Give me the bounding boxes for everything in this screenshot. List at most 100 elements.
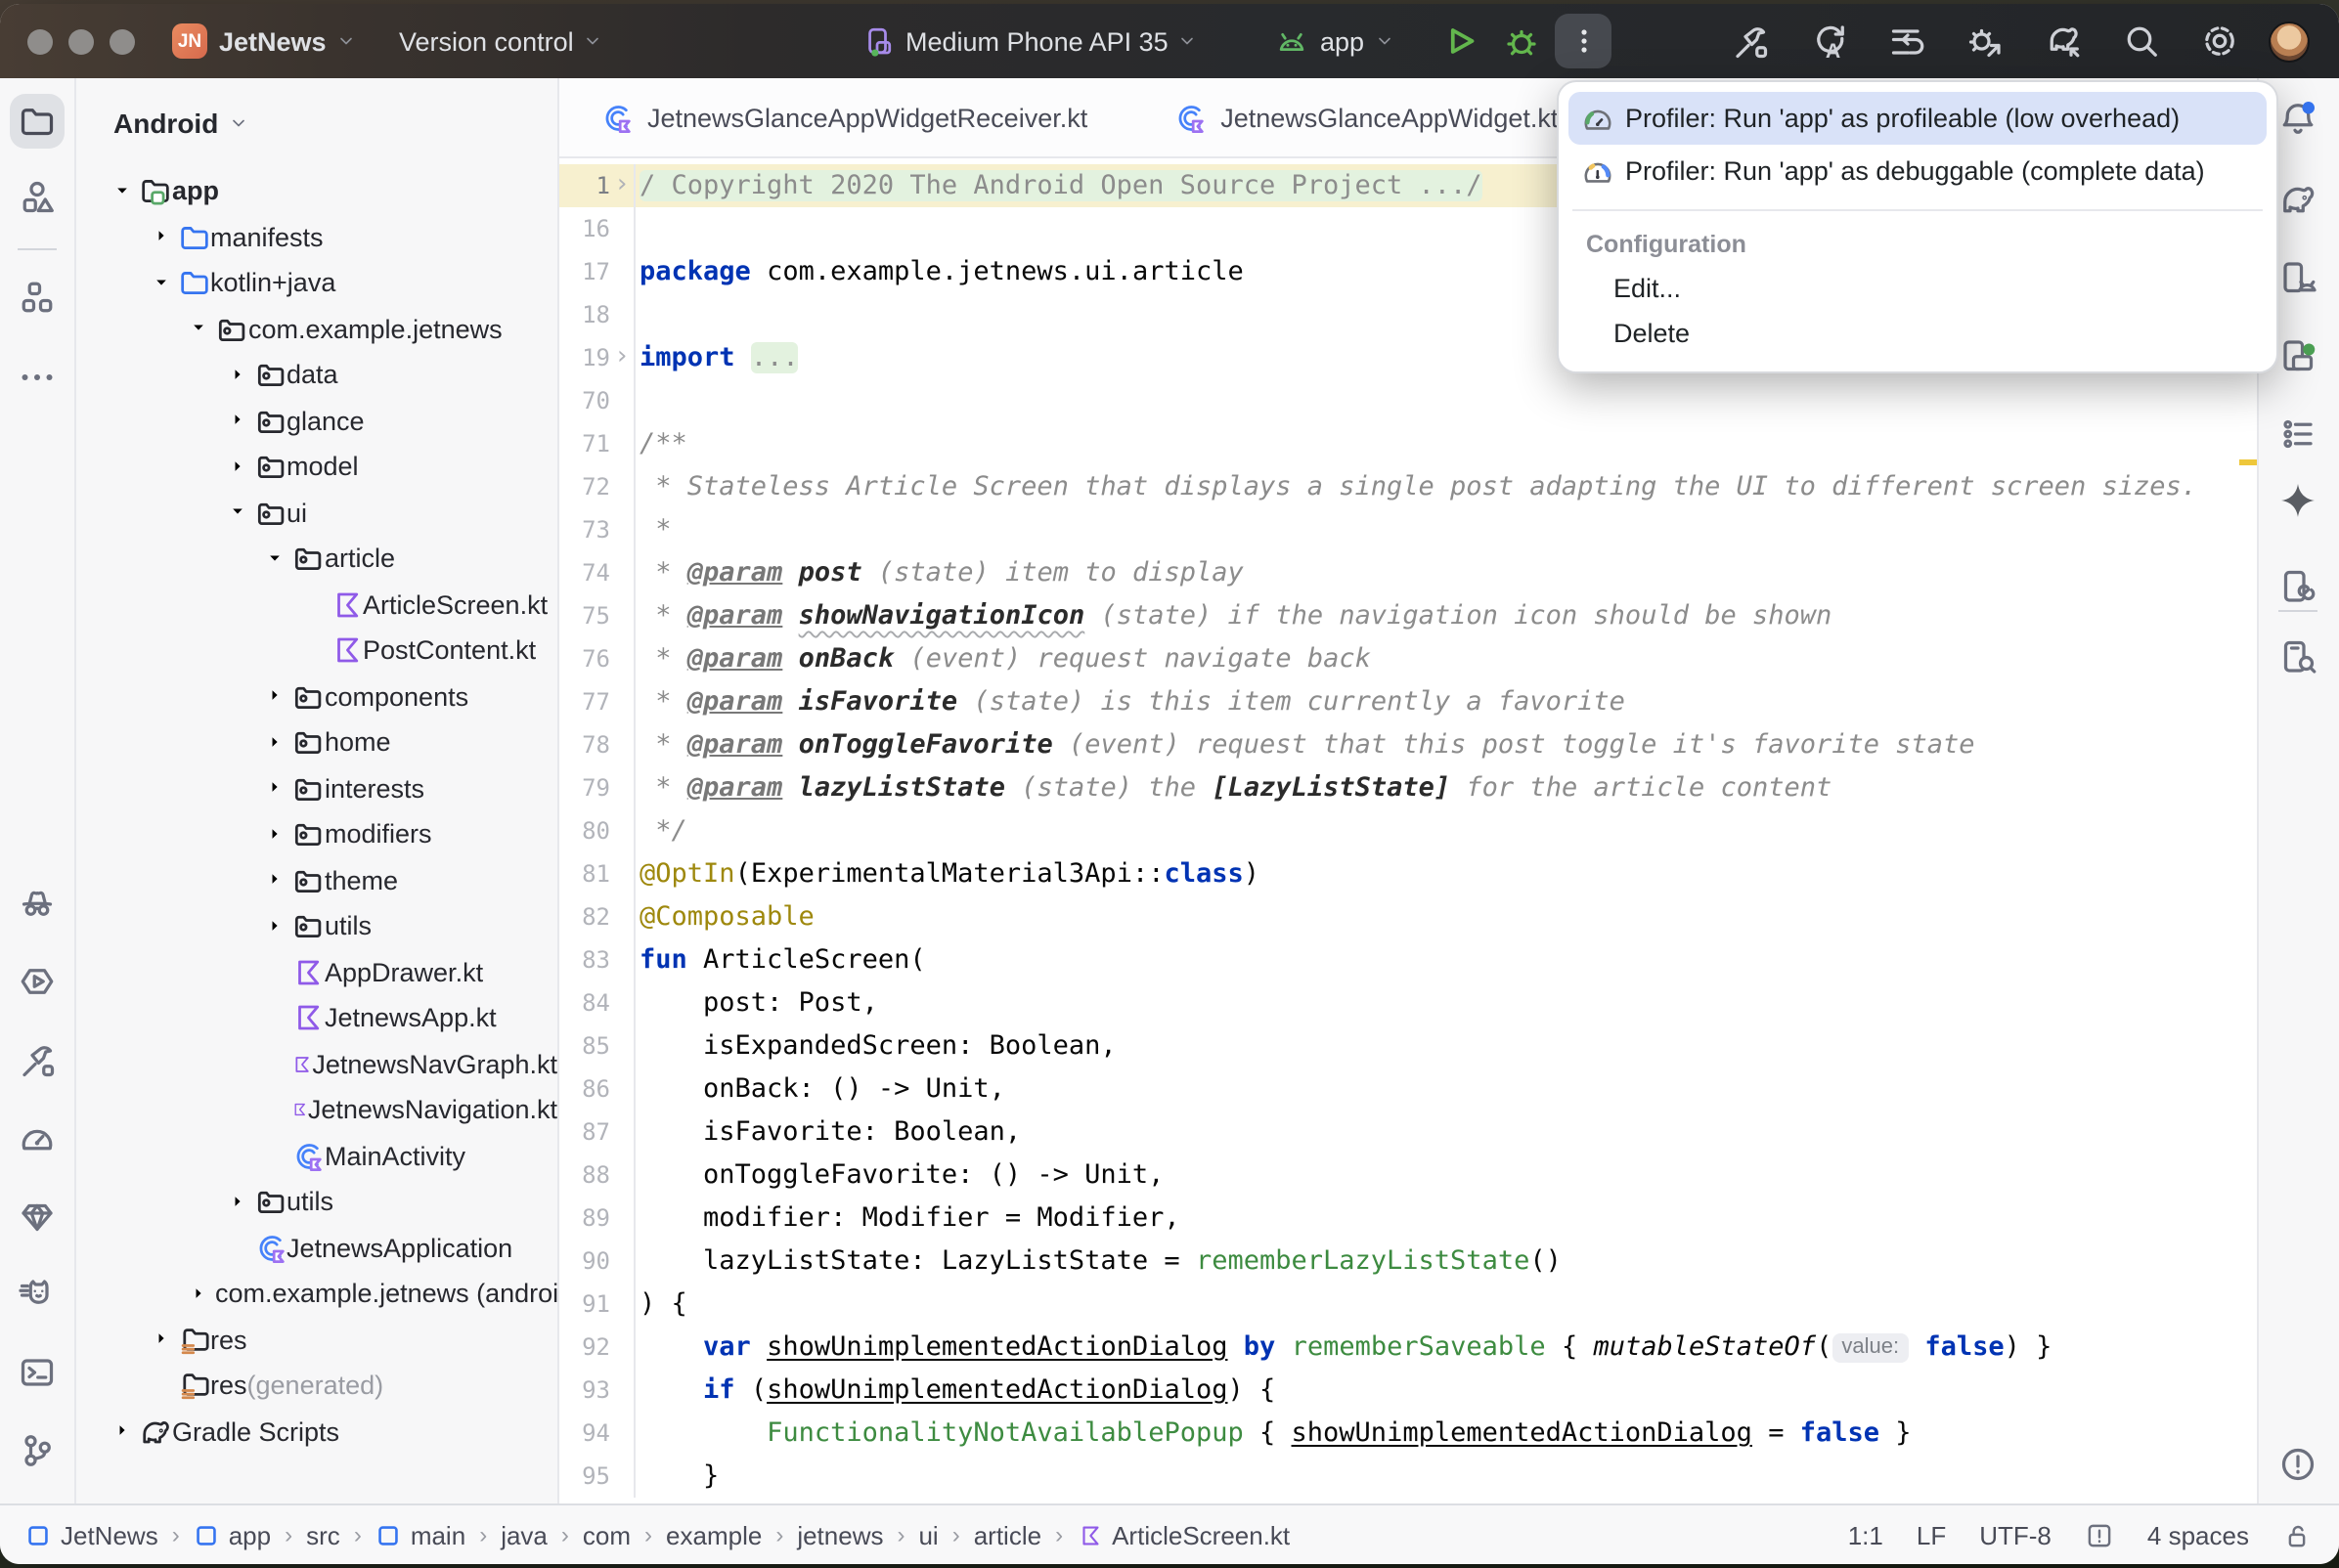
breadcrumb-item-example[interactable]: example <box>666 1520 762 1549</box>
search-button[interactable] <box>2122 22 2161 61</box>
chevron-right-icon[interactable] <box>264 731 291 755</box>
close-window-button[interactable] <box>27 28 53 54</box>
more-run-actions-button[interactable] <box>1555 14 1611 68</box>
code-line-79[interactable]: 79 * @param lazyListState (state) the [L… <box>559 766 2237 809</box>
sidebar-item-gemini[interactable] <box>2278 481 2317 520</box>
code-line-90[interactable]: 90 lazyListState: LazyListState = rememb… <box>559 1240 2237 1283</box>
tree-item-jetnewsnavgraph-kt[interactable]: JetnewsNavGraph.kt <box>76 1041 557 1087</box>
run-configuration-selector[interactable]: app <box>1275 4 1393 78</box>
build-button[interactable] <box>1731 22 1770 61</box>
sidebar-item-structure-list[interactable] <box>2278 414 2317 454</box>
sidebar-item-build[interactable] <box>18 1040 57 1079</box>
tree-item-components[interactable]: components <box>76 674 557 719</box>
chevron-right-icon[interactable] <box>264 777 291 801</box>
popup-action-delete[interactable]: Delete <box>1568 311 2267 356</box>
code-line-72[interactable]: 72 * Stateless Article Screen that displ… <box>559 465 2237 508</box>
code-line-82[interactable]: 82@Composable <box>559 895 2237 938</box>
tree-item-home[interactable]: home <box>76 719 557 765</box>
chevron-down-icon[interactable] <box>150 272 177 295</box>
chevron-right-icon[interactable] <box>264 685 291 709</box>
editor-tab-2[interactable]: JetnewsGlanceAppWidget.kt <box>1173 101 1558 134</box>
code-line-76[interactable]: 76 * @param onBack (event) request navig… <box>559 637 2237 680</box>
code-line-94[interactable]: 94 FunctionalityNotAvailablePopup { show… <box>559 1412 2237 1455</box>
line-ending-selector[interactable]: LF <box>1917 1520 1946 1549</box>
tree-item-utils[interactable]: utils <box>76 903 557 949</box>
breadcrumb-item-jetnews[interactable]: jetnews <box>797 1520 883 1549</box>
sidebar-item-running-devices[interactable] <box>18 962 57 1001</box>
tree-item-utils[interactable]: utils <box>76 1179 557 1225</box>
caret-position[interactable]: 1:1 <box>1848 1520 1883 1549</box>
breadcrumb-item-article[interactable]: article <box>974 1520 1041 1549</box>
tree-item-mainactivity[interactable]: MainActivity <box>76 1133 557 1179</box>
settings-button[interactable] <box>2200 22 2239 61</box>
chevron-right-icon[interactable] <box>188 1283 215 1306</box>
code-line-78[interactable]: 78 * @param onToggleFavorite (event) req… <box>559 723 2237 766</box>
breadcrumb-item-articlescreen-kt[interactable]: ArticleScreen.kt <box>1077 1520 1290 1549</box>
restart-activity-button[interactable] <box>1887 22 1926 61</box>
breadcrumb-item-com[interactable]: com <box>583 1520 631 1549</box>
fold-arrow-icon[interactable]: › <box>610 336 636 379</box>
code-line-80[interactable]: 80 */ <box>559 809 2237 852</box>
sidebar-item-app-inspection[interactable] <box>18 1197 57 1236</box>
chevron-down-icon[interactable] <box>188 318 215 341</box>
lock-open-icon[interactable] <box>2282 1520 2312 1549</box>
breadcrumb-item-jetnews[interactable]: JetNews <box>25 1520 158 1549</box>
sidebar-item-more-tool-windows[interactable] <box>18 358 57 397</box>
tree-item-model[interactable]: model <box>76 444 557 490</box>
chevron-right-icon[interactable] <box>226 364 253 387</box>
sidebar-item-device-explorer[interactable] <box>2278 567 2317 606</box>
code-line-95[interactable]: 95 } <box>559 1455 2237 1498</box>
indent-selector[interactable]: 4 spaces <box>2147 1520 2249 1549</box>
code-line-75[interactable]: 75 * @param showNavigationIcon (state) i… <box>559 594 2237 637</box>
tree-item-theme[interactable]: theme <box>76 857 557 903</box>
sidebar-item-app-quality-insights[interactable] <box>18 884 57 923</box>
sidebar-item-profiler[interactable] <box>18 1118 57 1157</box>
tree-item-res[interactable]: res <box>76 1317 557 1363</box>
sidebar-item-structure[interactable] <box>18 278 57 317</box>
code-line-83[interactable]: 83fun ArticleScreen( <box>559 938 2237 981</box>
code-line-93[interactable]: 93 if (showUnimplementedActionDialog) { <box>559 1369 2237 1412</box>
sidebar-item-terminal[interactable] <box>18 1353 57 1392</box>
tree-item-modifiers[interactable]: modifiers <box>76 811 557 857</box>
chevron-right-icon[interactable] <box>226 456 253 479</box>
code-line-85[interactable]: 85 isExpandedScreen: Boolean, <box>559 1024 2237 1067</box>
code-line-91[interactable]: 91) { <box>559 1283 2237 1326</box>
tree-item-jetnewsapplication[interactable]: JetnewsApplication <box>76 1225 557 1271</box>
tree-item-appdrawer-kt[interactable]: AppDrawer.kt <box>76 949 557 995</box>
tree-item-com-example-jetnews-androidtest-[interactable]: com.example.jetnews (androidTest) <box>76 1271 557 1317</box>
tree-item-article[interactable]: article <box>76 536 557 582</box>
tree-item-articlescreen-kt[interactable]: ArticleScreen.kt <box>76 582 557 628</box>
chevron-down-icon[interactable] <box>226 501 253 525</box>
code-line-81[interactable]: 81@OptIn(ExperimentalMaterial3Api::class… <box>559 852 2237 895</box>
debug-button[interactable] <box>1502 22 1541 61</box>
project-menu[interactable]: JetNews <box>219 4 356 78</box>
attach-debugger-button[interactable] <box>1965 22 2005 61</box>
chevron-right-icon[interactable] <box>264 869 291 893</box>
popup-item-profileable[interactable]: Profiler: Run 'app' as profileable (low … <box>1568 92 2267 145</box>
breadcrumb-item-app[interactable]: app <box>194 1520 271 1549</box>
code-line-74[interactable]: 74 * @param post (state) item to display <box>559 551 2237 594</box>
chevron-right-icon[interactable] <box>264 823 291 847</box>
chevron-down-icon[interactable] <box>264 547 291 571</box>
sidebar-item-version-control[interactable] <box>18 1431 57 1470</box>
tree-item-data[interactable]: data <box>76 352 557 398</box>
breadcrumb-item-java[interactable]: java <box>501 1520 548 1549</box>
code-line-88[interactable]: 88 onToggleFavorite: () -> Unit, <box>559 1154 2237 1197</box>
sidebar-item-problems[interactable] <box>2278 1445 2317 1484</box>
tree-item-interests[interactable]: interests <box>76 765 557 811</box>
breadcrumb-item-ui[interactable]: ui <box>918 1520 938 1549</box>
tree-item-glance[interactable]: glance <box>76 398 557 444</box>
tree-item-com-example-jetnews[interactable]: com.example.jetnews <box>76 306 557 352</box>
popup-item-debuggable[interactable]: Profiler: Run 'app' as debuggable (compl… <box>1568 145 2267 197</box>
gradle-sync-button[interactable] <box>2044 22 2083 61</box>
code-line-70[interactable]: 70 <box>559 379 2237 422</box>
code-line-84[interactable]: 84 post: Post, <box>559 981 2237 1024</box>
code-line-73[interactable]: 73 * <box>559 508 2237 551</box>
change-marker[interactable] <box>2239 459 2257 465</box>
sidebar-item-project[interactable] <box>10 94 65 149</box>
chevron-right-icon[interactable] <box>264 915 291 938</box>
code-line-92[interactable]: 92 var showUnimplementedActionDialog by … <box>559 1326 2237 1369</box>
avatar[interactable] <box>2269 22 2310 63</box>
chevron-right-icon[interactable] <box>150 226 177 249</box>
fold-arrow-icon[interactable]: › <box>610 164 636 207</box>
